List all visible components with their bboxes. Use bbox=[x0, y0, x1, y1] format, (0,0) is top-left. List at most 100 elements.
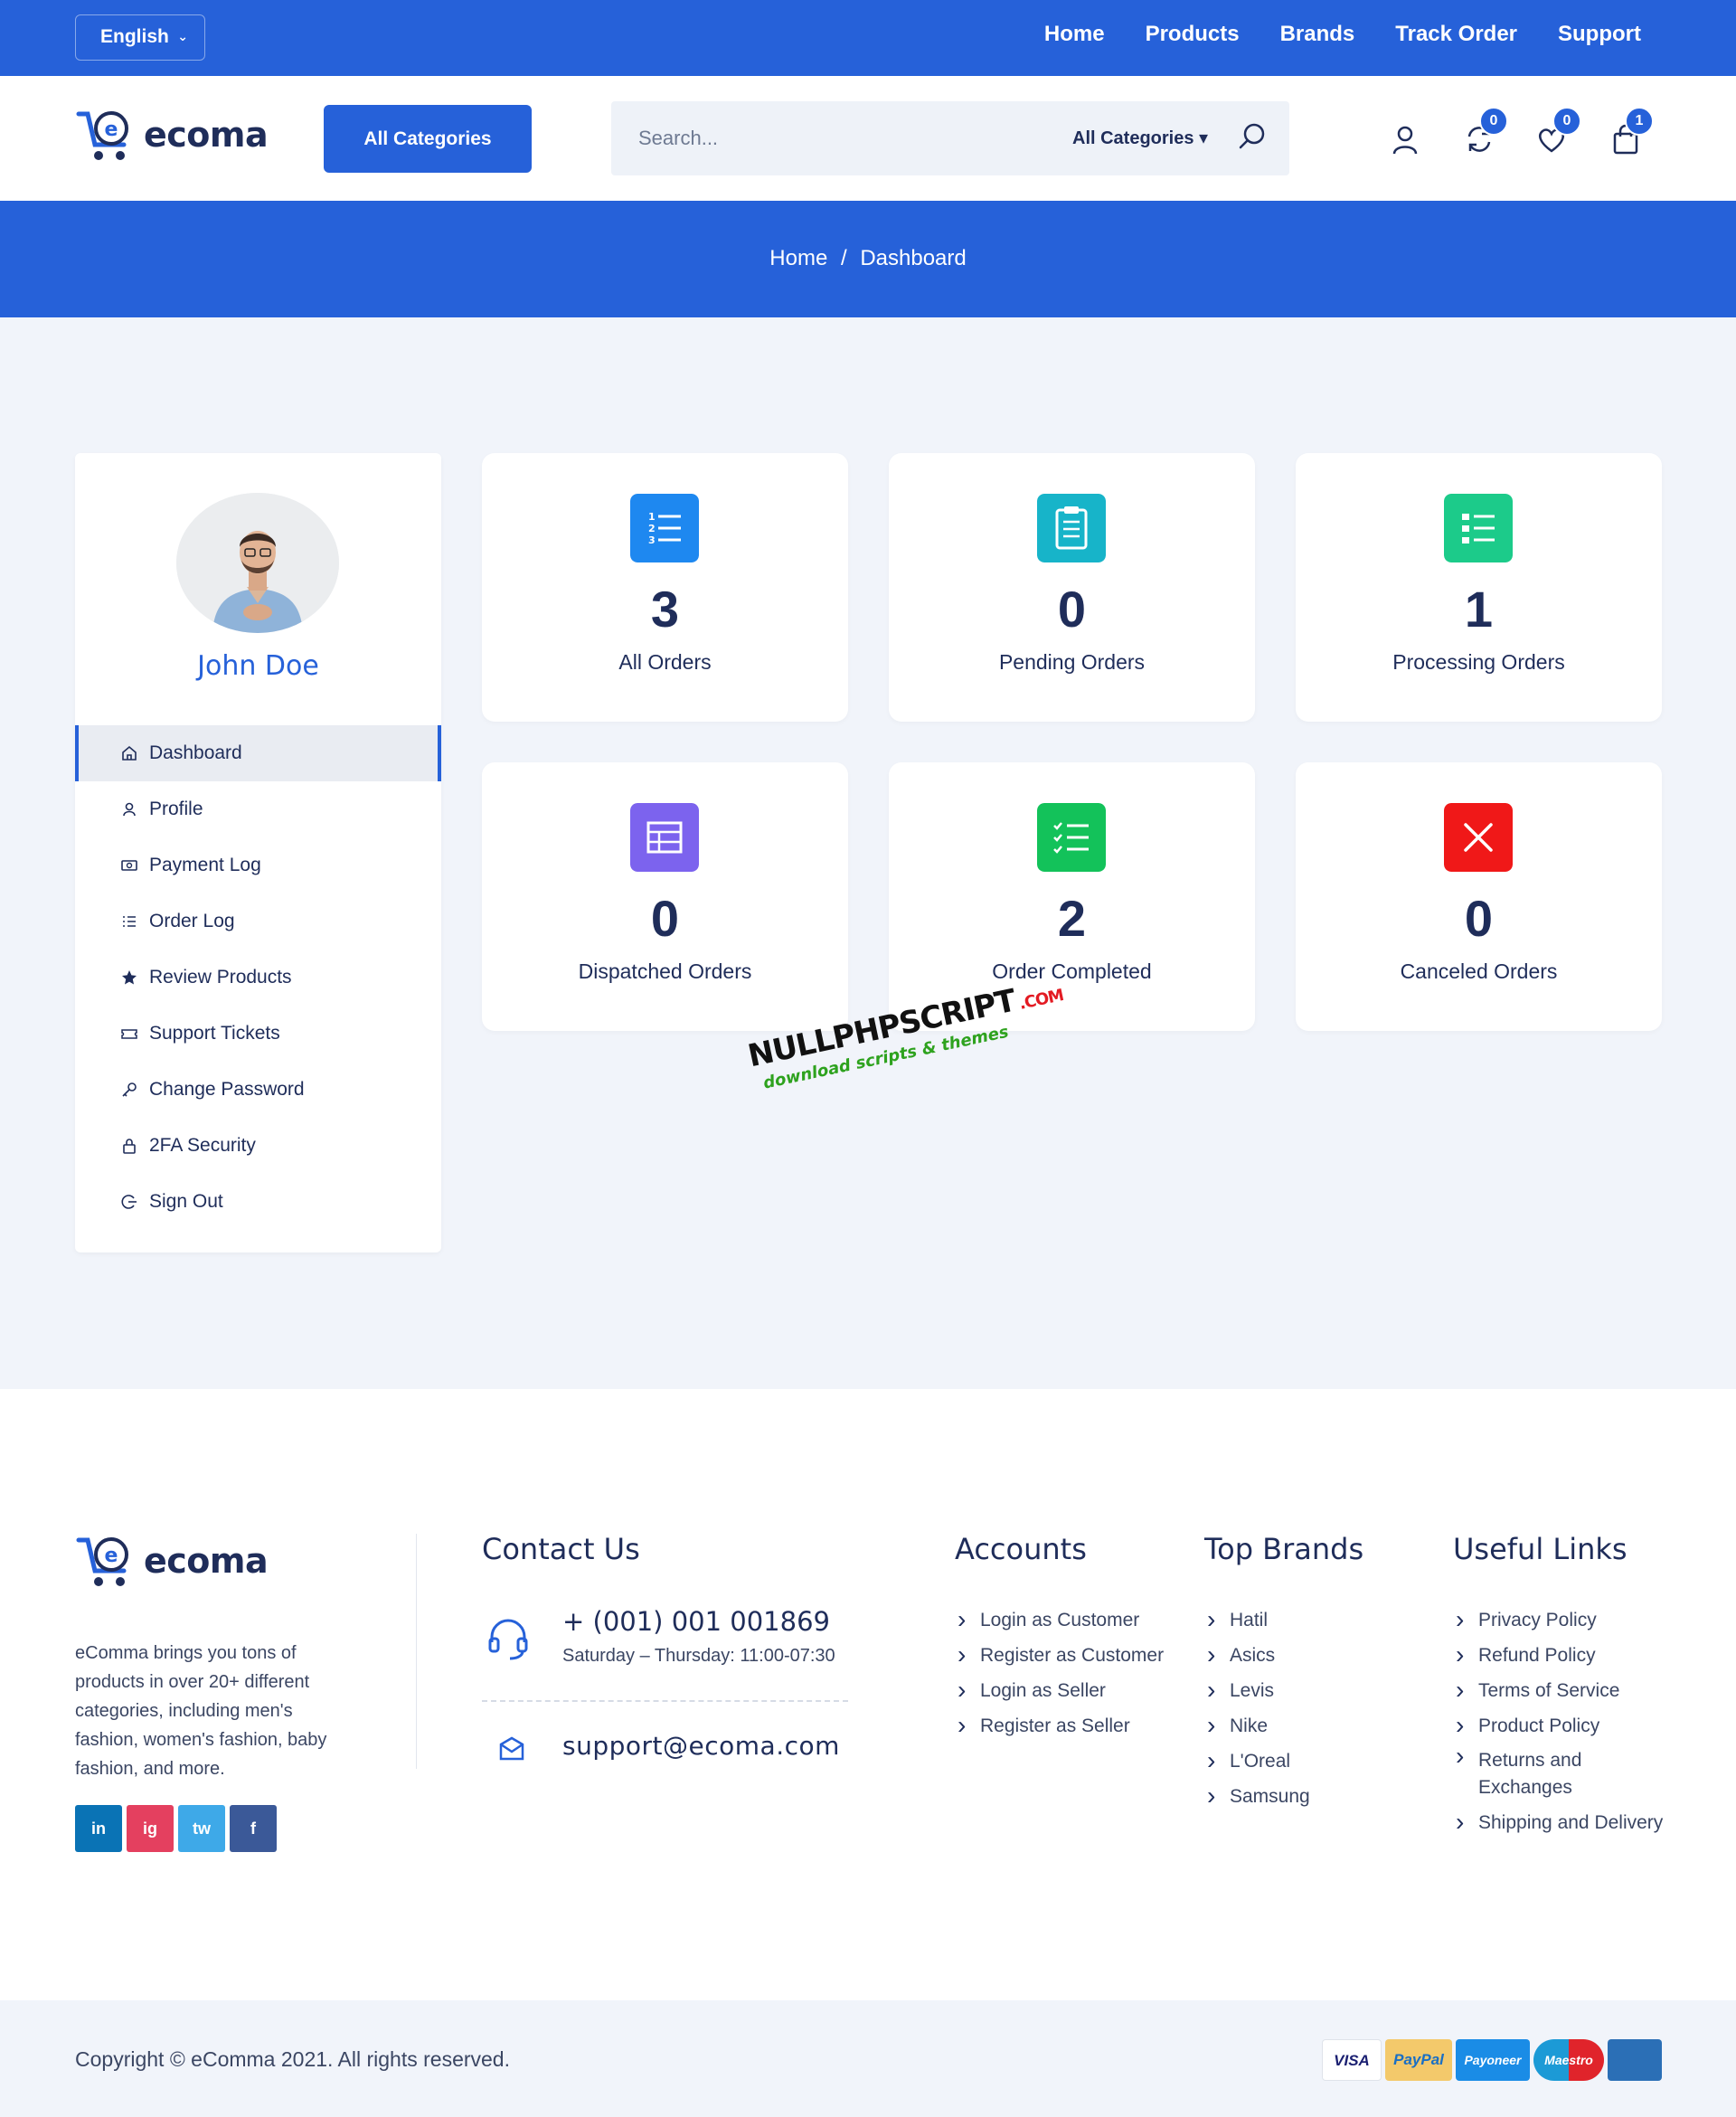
footer-link[interactable]: Nike bbox=[1204, 1707, 1310, 1744]
footer-link[interactable]: Samsung bbox=[1204, 1778, 1310, 1814]
wishlist-count-badge: 0 bbox=[1552, 107, 1581, 136]
logo-text: ecoma bbox=[144, 1541, 269, 1581]
footer-divider bbox=[416, 1534, 417, 1769]
contact-divider bbox=[482, 1700, 848, 1702]
stat-value: 2 bbox=[1057, 890, 1087, 947]
paypal-card-icon: PayPal bbox=[1385, 2039, 1452, 2081]
nav-home[interactable]: Home bbox=[1044, 22, 1105, 47]
breadcrumb-home[interactable]: Home bbox=[769, 246, 827, 270]
language-select[interactable]: English ⌄ bbox=[75, 14, 205, 61]
menu-label: Sign Out bbox=[149, 1191, 223, 1212]
footer-logo[interactable]: e ecoma bbox=[75, 1529, 269, 1592]
footer-link[interactable]: Login as Customer bbox=[955, 1602, 1164, 1638]
svg-text:e: e bbox=[105, 1545, 118, 1567]
brands-heading: Top Brands bbox=[1204, 1532, 1364, 1566]
site-header: e ecoma All Categories Search... All Cat… bbox=[0, 76, 1736, 201]
search-category-label: All Categories bbox=[1072, 128, 1194, 148]
footer-link[interactable]: Hatil bbox=[1204, 1602, 1310, 1638]
close-icon bbox=[1444, 803, 1513, 872]
stat-card-canceled-orders[interactable]: 0 Canceled Orders bbox=[1296, 762, 1662, 1031]
stat-card-processing-orders[interactable]: 1 Processing Orders bbox=[1296, 453, 1662, 722]
list-icon bbox=[1444, 494, 1513, 562]
site-logo[interactable]: e ecoma bbox=[75, 103, 269, 166]
profile-name: John Doe bbox=[197, 650, 319, 682]
stat-label: Processing Orders bbox=[1392, 650, 1565, 674]
footer-link[interactable]: Returns and Exchanges bbox=[1453, 1743, 1598, 1805]
footer-link[interactable]: Login as Seller bbox=[955, 1672, 1164, 1708]
search-bar: Search... All Categories ▾ bbox=[611, 101, 1289, 175]
stat-label: Canceled Orders bbox=[1400, 959, 1558, 983]
menu-item-order-log[interactable]: Order Log bbox=[75, 893, 441, 950]
footer-link[interactable]: Shipping and Delivery bbox=[1453, 1804, 1670, 1840]
stat-label: Dispatched Orders bbox=[578, 959, 752, 983]
top-navigation: Home Products Brands Track Order Support bbox=[1044, 22, 1641, 47]
menu-item-change-password[interactable]: Change Password bbox=[75, 1062, 441, 1118]
stat-label: Order Completed bbox=[992, 959, 1152, 983]
cart-logo-icon: e bbox=[76, 111, 128, 160]
stat-label: Pending Orders bbox=[998, 650, 1146, 674]
breadcrumb-current: Dashboard bbox=[860, 246, 967, 270]
credit-card-icon bbox=[1608, 2039, 1662, 2081]
footer-about: eComma brings you tons of products in ov… bbox=[75, 1643, 327, 1779]
footer-link[interactable]: Product Policy bbox=[1453, 1707, 1670, 1744]
facebook-icon[interactable]: f bbox=[230, 1805, 277, 1852]
menu-label: Support Tickets bbox=[149, 1023, 280, 1044]
user-icon[interactable] bbox=[1389, 123, 1421, 156]
clipboard-icon bbox=[1037, 494, 1106, 562]
checklist-icon bbox=[1037, 803, 1106, 872]
footer-link[interactable]: Register as Customer bbox=[955, 1637, 1164, 1673]
contact-email[interactable]: support@ecoma.com bbox=[562, 1731, 840, 1761]
menu-item-dashboard[interactable]: Dashboard bbox=[75, 725, 441, 781]
useful-links: Privacy Policy Refund Policy Terms of Se… bbox=[1453, 1602, 1670, 1840]
avatar bbox=[176, 493, 339, 633]
lock-icon bbox=[123, 1139, 136, 1154]
instagram-icon[interactable]: ig bbox=[127, 1805, 174, 1852]
profile-sidebar: John Doe Dashboard Profile Payment Log O… bbox=[75, 453, 441, 1252]
menu-item-profile[interactable]: Profile bbox=[75, 781, 441, 837]
contact-heading: Contact Us bbox=[482, 1532, 640, 1566]
menu-item-support-tickets[interactable]: Support Tickets bbox=[75, 1006, 441, 1062]
linkedin-icon[interactable]: in bbox=[75, 1805, 122, 1852]
stat-card-pending-orders[interactable]: 0 Pending Orders bbox=[889, 453, 1255, 722]
footer-link[interactable]: Refund Policy bbox=[1453, 1637, 1670, 1673]
brands-links: Hatil Asics Levis Nike L'Oreal Samsung bbox=[1204, 1602, 1310, 1814]
menu-item-review-products[interactable]: Review Products bbox=[75, 950, 441, 1006]
stat-value: 1 bbox=[1464, 581, 1494, 638]
sign-out-icon bbox=[121, 1195, 137, 1209]
visa-card-icon: VISA bbox=[1322, 2039, 1382, 2081]
menu-item-sign-out[interactable]: Sign Out bbox=[75, 1174, 441, 1230]
menu-label: Payment Log bbox=[149, 855, 261, 875]
stat-card-all-orders[interactable]: 1 2 3 3 All Orders bbox=[482, 453, 848, 722]
nav-products[interactable]: Products bbox=[1146, 22, 1240, 47]
stat-label: All Orders bbox=[618, 650, 712, 674]
footer-link[interactable]: Terms of Service bbox=[1453, 1672, 1670, 1708]
menu-item-payment-log[interactable]: Payment Log bbox=[75, 837, 441, 893]
twitter-icon[interactable]: tw bbox=[178, 1805, 225, 1852]
copyright-text: Copyright © eComma 2021. All rights rese… bbox=[75, 2047, 510, 2071]
stat-value: 0 bbox=[1057, 581, 1087, 638]
search-category-select[interactable]: All Categories ▾ bbox=[1072, 127, 1208, 149]
nav-brands[interactable]: Brands bbox=[1280, 22, 1355, 47]
search-icon[interactable] bbox=[1237, 121, 1268, 152]
svg-text:3: 3 bbox=[648, 534, 656, 546]
payoneer-card-icon: Payoneer bbox=[1456, 2039, 1530, 2081]
all-categories-button[interactable]: All Categories bbox=[324, 105, 532, 173]
search-input[interactable]: Search... bbox=[638, 127, 718, 150]
compare-count-badge: 0 bbox=[1479, 107, 1508, 136]
nav-support[interactable]: Support bbox=[1558, 22, 1641, 47]
svg-text:1: 1 bbox=[648, 511, 656, 523]
footer-link[interactable]: Register as Seller bbox=[955, 1707, 1164, 1744]
nav-track-order[interactable]: Track Order bbox=[1395, 22, 1517, 47]
footer-link[interactable]: Asics bbox=[1204, 1637, 1310, 1673]
footer-link[interactable]: Privacy Policy bbox=[1453, 1602, 1670, 1638]
footer-link[interactable]: L'Oreal bbox=[1204, 1743, 1310, 1779]
numbered-list-icon: 1 2 3 bbox=[630, 494, 699, 562]
avatar-photo bbox=[176, 493, 339, 633]
stat-card-dispatched-orders[interactable]: 0 Dispatched Orders bbox=[482, 762, 848, 1031]
menu-label: Dashboard bbox=[149, 742, 242, 763]
menu-label: Order Log bbox=[149, 911, 235, 931]
menu-item-2fa-security[interactable]: 2FA Security bbox=[75, 1118, 441, 1174]
envelope-icon bbox=[499, 1736, 524, 1761]
footer-link[interactable]: Levis bbox=[1204, 1672, 1310, 1708]
contact-phone[interactable]: + (001) 001 001869 bbox=[562, 1606, 830, 1637]
